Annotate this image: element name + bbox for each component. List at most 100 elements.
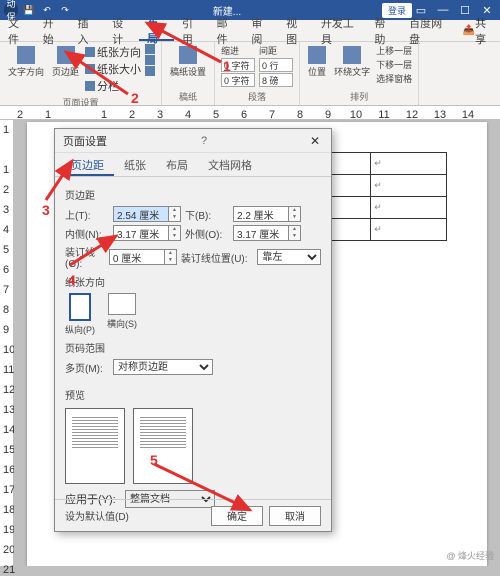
portrait-option[interactable]: 纵向(P) — [65, 293, 95, 336]
group-manuscript: 稿纸设置 稿纸 — [162, 42, 215, 105]
dlg-tab-paper[interactable]: 纸张 — [114, 153, 156, 176]
columns-label: 分栏 — [97, 78, 119, 94]
outside-label: 外侧(O): — [185, 226, 229, 241]
spacing-header: 间距 — [259, 44, 293, 57]
position-button[interactable]: 位置 — [306, 44, 328, 80]
margins-label: 页边距 — [52, 65, 79, 78]
tab-help[interactable]: 帮助 — [366, 20, 401, 41]
size-icon — [85, 64, 95, 74]
size-label: 纸张大小 — [97, 61, 141, 77]
margins-section-label: 页边距 — [65, 187, 321, 202]
orientation-label: 纸张方向 — [97, 44, 141, 60]
gutterpos-label: 装订线位置(U): — [181, 250, 254, 265]
indent-right-input[interactable] — [221, 73, 255, 87]
tab-home[interactable]: 开始 — [35, 20, 70, 41]
dialog-help-icon[interactable]: ? — [201, 135, 207, 147]
text-direction-icon — [17, 46, 35, 64]
outside-input[interactable] — [233, 225, 289, 241]
indent-right-field[interactable] — [221, 73, 255, 87]
tab-references[interactable]: 引用 — [174, 20, 209, 41]
breaks-button[interactable] — [145, 44, 155, 54]
text-direction-button[interactable]: 文字方向 — [6, 44, 46, 80]
text-direction-label: 文字方向 — [8, 65, 44, 78]
wrap-icon — [343, 46, 361, 64]
group-paragraph-label: 段落 — [221, 88, 293, 103]
spacing-before-input[interactable] — [259, 58, 293, 72]
ribbon: 文字方向 页边距 纸张方向 纸张大小 分栏 页面设置 稿纸设置 稿纸 缩进 — [0, 42, 500, 106]
orientation-icon — [85, 47, 95, 57]
hyphenation-button[interactable] — [145, 66, 155, 76]
bottom-spinner[interactable]: ▲▼ — [289, 206, 301, 222]
tab-insert[interactable]: 插入 — [70, 20, 105, 41]
spacing-after-field[interactable] — [259, 73, 293, 87]
bottom-input[interactable] — [233, 206, 289, 222]
line-numbers-button[interactable] — [145, 55, 155, 65]
vertical-ruler[interactable]: 1123456789101112131415161718192021 — [0, 120, 14, 566]
gutter-input[interactable] — [109, 249, 165, 265]
watermark: @ 烽火经验 — [446, 549, 494, 562]
dlg-tab-layout[interactable]: 布局 — [156, 153, 198, 176]
manuscript-icon — [179, 46, 197, 64]
gutterpos-select[interactable]: 靠左 — [257, 249, 321, 265]
dialog-footer: 设为默认值(D) 确定 取消 — [55, 499, 331, 531]
annotation-2: 2 — [131, 90, 139, 106]
landscape-label: 横向(S) — [107, 317, 137, 330]
portrait-label: 纵向(P) — [65, 323, 95, 336]
backward-button[interactable]: 下移一层 — [376, 58, 412, 71]
cancel-button[interactable]: 取消 — [269, 506, 321, 526]
tab-mailings[interactable]: 邮件 — [209, 20, 244, 41]
portrait-icon — [69, 293, 91, 321]
tab-layout[interactable]: 布局 — [139, 20, 174, 41]
hyphen-icon — [145, 66, 155, 76]
multi-select[interactable]: 对称页边距 — [113, 359, 213, 375]
dialog-titlebar[interactable]: 页面设置 ? ✕ — [55, 129, 331, 153]
dialog-close-icon[interactable]: ✕ — [307, 134, 323, 148]
dialog-tabs: 页边距 纸张 布局 文档网格 — [55, 153, 331, 177]
orient-section-label: 纸张方向 — [65, 274, 321, 289]
selection-pane-button[interactable]: 选择窗格 — [376, 72, 412, 85]
group-manuscript-label: 稿纸 — [168, 88, 208, 103]
horizontal-ruler[interactable]: 211234567891011121314 — [0, 106, 500, 120]
preview-section-label: 预览 — [65, 387, 321, 402]
annotation-4: 4 — [68, 272, 76, 288]
multi-label: 多页(M): — [65, 360, 109, 375]
set-default-link[interactable]: 设为默认值(D) — [65, 508, 129, 523]
ok-button[interactable]: 确定 — [211, 506, 263, 526]
outside-spinner[interactable]: ▲▼ — [289, 225, 301, 241]
top-input[interactable] — [113, 206, 169, 222]
spacing-after-input[interactable] — [259, 73, 293, 87]
spacing-before-field[interactable] — [259, 58, 293, 72]
ribbon-tabs: 文件 开始 插入 设计 布局 引用 邮件 审阅 视图 开发工具 帮助 百度网盘 … — [0, 20, 500, 42]
tab-review[interactable]: 审阅 — [243, 20, 278, 41]
orientation-button[interactable]: 纸张方向 — [85, 44, 141, 60]
top-spinner[interactable]: ▲▼ — [169, 206, 181, 222]
tab-design[interactable]: 设计 — [104, 20, 139, 41]
tab-view[interactable]: 视图 — [278, 20, 313, 41]
inside-label: 内侧(N): — [65, 226, 109, 241]
range-section-label: 页码范围 — [65, 340, 321, 355]
landscape-option[interactable]: 横向(S) — [107, 293, 137, 336]
tab-devtools[interactable]: 开发工具 — [313, 20, 367, 41]
gutter-spinner[interactable]: ▲▼ — [165, 249, 177, 265]
size-button[interactable]: 纸张大小 — [85, 61, 141, 77]
margins-button[interactable]: 页边距 — [50, 44, 81, 80]
preview-pane — [65, 408, 321, 484]
manuscript-label: 稿纸设置 — [170, 65, 206, 78]
share-button[interactable]: 📤 共享 — [455, 20, 500, 41]
page-setup-dialog: 页面设置 ? ✕ 页边距 纸张 布局 文档网格 页边距 上(T): ▲▼ 下(B… — [54, 128, 332, 532]
dialog-body: 页边距 上(T): ▲▼ 下(B): ▲▼ 内侧(N): ▲▼ 外侧(O): ▲… — [55, 177, 331, 514]
tab-file[interactable]: 文件 — [0, 20, 35, 41]
forward-button[interactable]: 上移一层 — [376, 44, 412, 57]
preview-page-left — [65, 408, 125, 484]
wrap-button[interactable]: 环绕文字 — [332, 44, 372, 80]
top-label: 上(T): — [65, 207, 109, 222]
inside-input[interactable] — [113, 225, 169, 241]
manuscript-button[interactable]: 稿纸设置 — [168, 44, 208, 80]
tab-baidu[interactable]: 百度网盘 — [401, 20, 455, 41]
inside-spinner[interactable]: ▲▼ — [169, 225, 181, 241]
maximize-icon[interactable]: ☐ — [456, 4, 474, 17]
dlg-tab-margins[interactable]: 页边距 — [61, 153, 114, 176]
share-label: 共享 — [475, 15, 492, 47]
dlg-tab-grid[interactable]: 文档网格 — [198, 153, 262, 176]
position-label: 位置 — [308, 65, 326, 78]
